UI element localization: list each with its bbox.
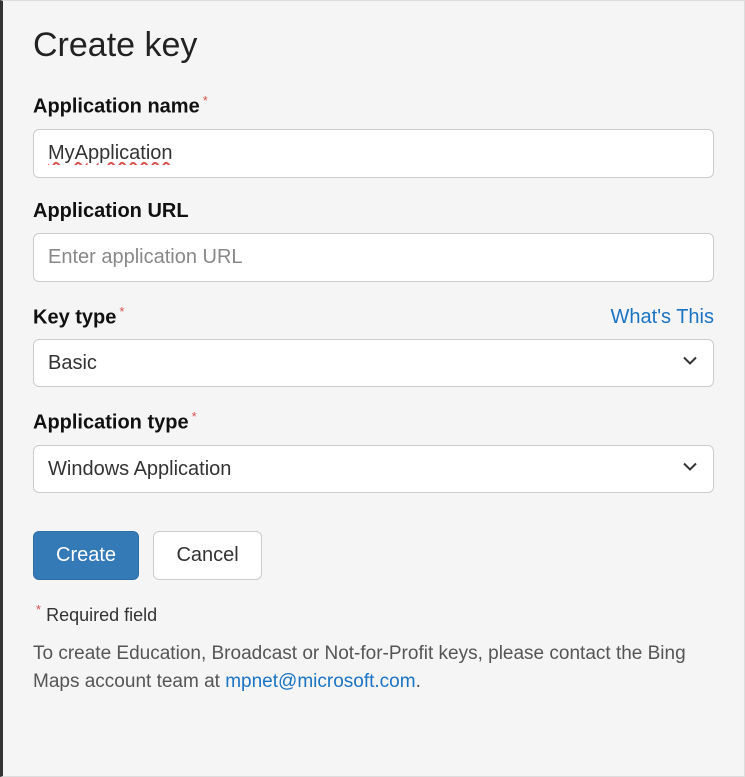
app-url-group: Application URL xyxy=(33,200,714,282)
app-type-select[interactable]: Windows Application xyxy=(33,445,714,493)
required-marker: * xyxy=(203,93,208,108)
app-url-label: Application URL xyxy=(33,200,189,223)
contact-email-link[interactable]: mpnet@microsoft.com xyxy=(225,671,415,692)
page-title: Create key xyxy=(33,26,714,65)
required-marker: * xyxy=(192,409,197,424)
app-url-input[interactable] xyxy=(33,233,714,282)
create-button[interactable]: Create xyxy=(33,531,139,580)
key-type-select[interactable]: Basic xyxy=(33,339,714,387)
app-name-group: Application name* xyxy=(33,93,714,178)
create-key-panel: Create key Application name* Application… xyxy=(0,0,745,777)
button-row: Create Cancel xyxy=(33,531,714,580)
app-type-label: Application type* xyxy=(33,409,197,435)
cancel-button[interactable]: Cancel xyxy=(153,531,261,580)
app-type-group: Application type* Windows Application xyxy=(33,409,714,493)
app-name-label: Application name* xyxy=(33,93,208,119)
required-footnote: * Required field xyxy=(33,602,714,626)
info-text: To create Education, Broadcast or Not-fo… xyxy=(33,640,714,695)
whats-this-link[interactable]: What's This xyxy=(611,306,714,329)
required-marker: * xyxy=(119,304,124,319)
app-name-input[interactable] xyxy=(33,129,714,178)
key-type-group: Key type* What's This Basic xyxy=(33,304,714,388)
key-type-label: Key type* xyxy=(33,304,124,330)
